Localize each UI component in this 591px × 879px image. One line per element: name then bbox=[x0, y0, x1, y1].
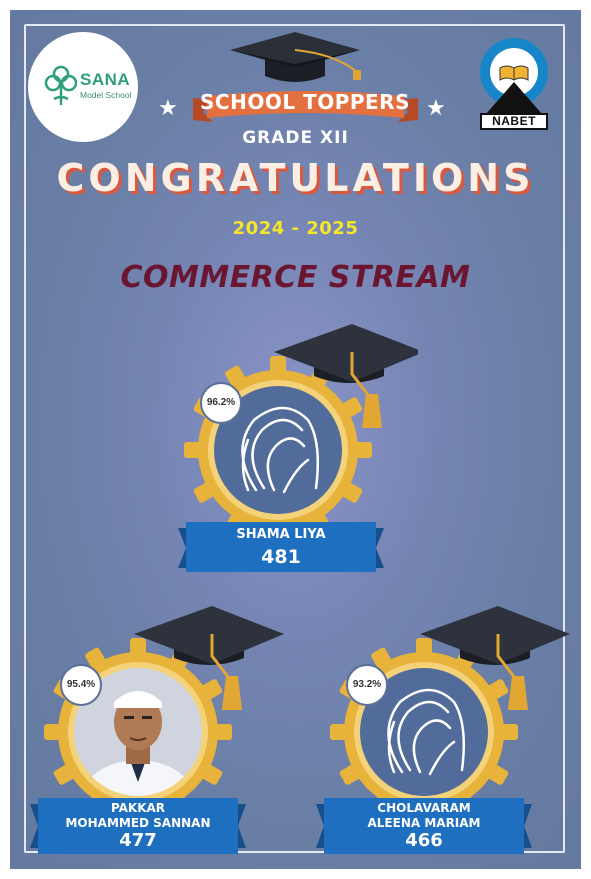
percentage-badge: 96.2% bbox=[200, 382, 242, 424]
grade-title: GRADE XII bbox=[242, 128, 349, 148]
poster: SANA Model School NABET ★ ★ SCHOOL TOPPE… bbox=[10, 10, 581, 869]
topper-name-line1: PAKKAR bbox=[110, 801, 166, 815]
school-logo: SANA Model School bbox=[28, 32, 138, 142]
topper-card-2: 95.4% PAKKAR MOHAMMED SANNAN 477 bbox=[30, 592, 288, 862]
star-left-icon: ★ bbox=[158, 96, 178, 121]
topper-card-1: 96.2% SHAMA LIYA 481 bbox=[178, 310, 418, 580]
star-right-icon: ★ bbox=[426, 96, 446, 121]
topper-marks: 466 bbox=[405, 830, 443, 851]
topper-marks: 477 bbox=[119, 830, 157, 851]
school-subtitle: Model School bbox=[80, 90, 132, 100]
graduation-cap-icon bbox=[230, 32, 361, 82]
topper-name-line2: ALEENA MARIAM bbox=[367, 816, 481, 830]
school-name: SANA bbox=[80, 70, 131, 89]
school-toppers-label: SCHOOL TOPPERS bbox=[200, 90, 410, 114]
topper-marks: 481 bbox=[261, 546, 301, 568]
topper-card-3: 93.2% CHOLAVARAM ALEENA MARIAM 466 bbox=[316, 592, 574, 862]
topper-name-line2: MOHAMMED SANNAN bbox=[65, 816, 211, 830]
percentage-badge: 93.2% bbox=[346, 664, 388, 706]
clover-logo-icon bbox=[44, 65, 78, 105]
topper-name-line1: CHOLAVARAM bbox=[377, 801, 471, 815]
topper-name: SHAMA LIYA bbox=[236, 527, 326, 542]
percentage-badge: 95.4% bbox=[60, 664, 102, 706]
stream-title: COMMERCE STREAM bbox=[120, 260, 471, 295]
academic-year: 2024 - 2025 bbox=[232, 218, 359, 239]
congratulations-heading: CONGRATULATIONS bbox=[56, 156, 535, 200]
